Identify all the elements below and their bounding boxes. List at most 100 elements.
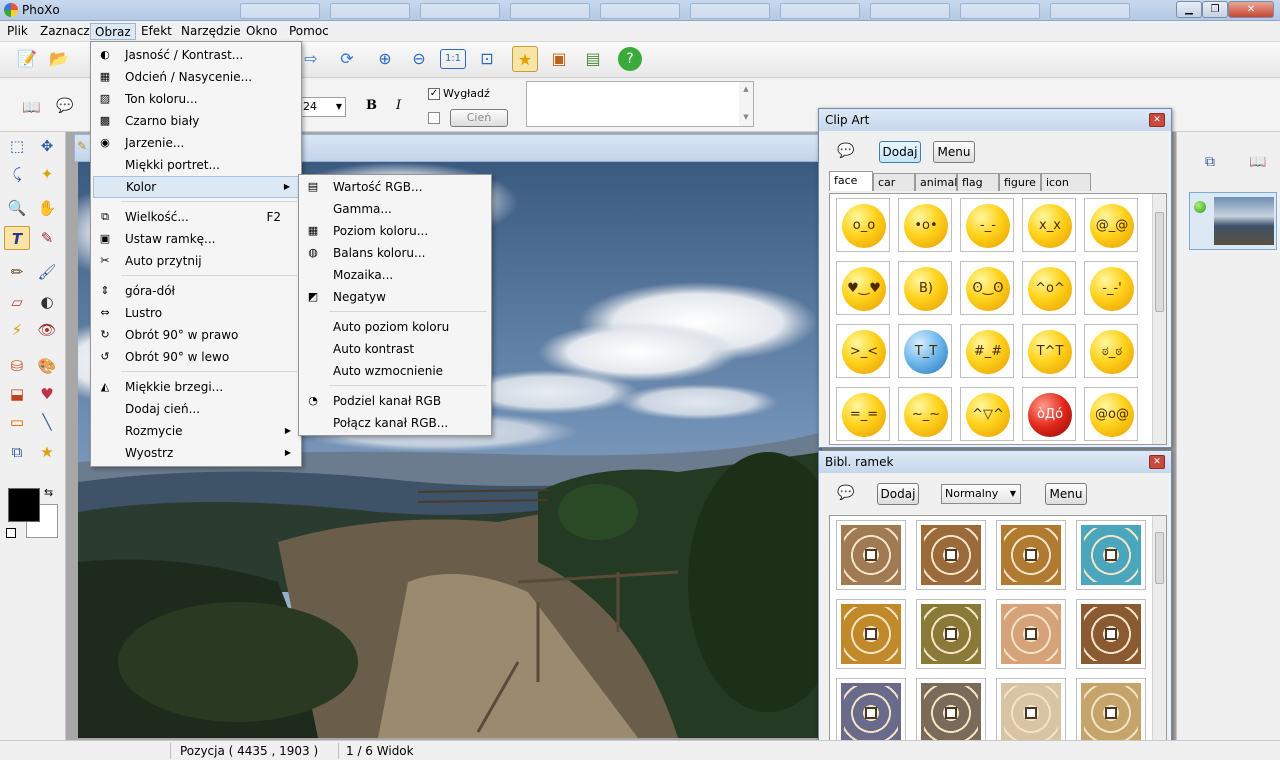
clipart-face[interactable]: ^o^: [1022, 261, 1076, 315]
layer-thumbnail[interactable]: [1189, 192, 1277, 250]
obraz-menu-item[interactable]: Miękki portret...: [93, 154, 299, 176]
frame-thumbnail[interactable]: [836, 520, 906, 590]
move-icon[interactable]: ✥: [34, 134, 60, 158]
clone-icon[interactable]: ⚡: [4, 318, 30, 342]
obraz-menu-item[interactable]: ✂ Auto przytnij: [93, 250, 299, 272]
layer-stack-icon[interactable]: ⧉: [1205, 154, 1215, 170]
clipart-face[interactable]: >_<: [836, 324, 890, 378]
obraz-menu-item[interactable]: ◉ Jarzenie...: [93, 132, 299, 154]
clipart-face[interactable]: @o@: [1084, 387, 1138, 441]
clipart-menu-button[interactable]: Menu: [933, 141, 975, 163]
bold-button[interactable]: B: [366, 98, 377, 113]
clipart-face[interactable]: -_-: [960, 198, 1014, 252]
taskbar-tab[interactable]: [690, 3, 770, 19]
clipart-face[interactable]: ^▽^: [960, 387, 1014, 441]
stamp-icon[interactable]: ⬓: [4, 382, 30, 406]
obraz-menu-item[interactable]: ◭ Miękkie brzegi...: [93, 376, 299, 398]
text-tool-icon[interactable]: T: [4, 226, 30, 250]
taskbar-tab[interactable]: [510, 3, 590, 19]
obraz-menu-item[interactable]: ◐ Jasność / Kontrast...: [93, 44, 299, 66]
open-folder-icon[interactable]: 📂: [46, 46, 72, 72]
taskbar-tab[interactable]: [600, 3, 680, 19]
kolor-menu-item[interactable]: ◍ Balans koloru...: [301, 242, 489, 264]
red-eye-icon[interactable]: 👁: [34, 318, 60, 342]
tab-figure[interactable]: figure: [999, 173, 1041, 191]
rect-select-icon[interactable]: ⬚: [4, 134, 30, 158]
fill-bucket-icon[interactable]: ⛁: [4, 354, 30, 378]
frame-thumbnail[interactable]: [916, 678, 986, 748]
refresh-icon[interactable]: ⟳: [334, 46, 360, 72]
frame-thumbnail[interactable]: [1076, 520, 1146, 590]
menu-zaznacz[interactable]: Zaznacz: [36, 23, 94, 40]
help-icon[interactable]: ?: [618, 47, 642, 71]
frame-thumbnail[interactable]: [996, 599, 1066, 669]
tab-flag[interactable]: flag: [957, 173, 999, 191]
clipart-face[interactable]: ʘ‿ʘ: [960, 261, 1014, 315]
kolor-menu-item[interactable]: Gamma...: [301, 198, 489, 220]
obraz-menu-item[interactable]: ⧉ Wielkość... F2: [93, 206, 299, 228]
shape-star-icon[interactable]: ★: [34, 440, 60, 464]
font-size-select[interactable]: 24 ▼: [300, 97, 346, 117]
frame-thumbnail[interactable]: [996, 678, 1066, 748]
clipart-add-button[interactable]: Dodaj: [879, 141, 921, 163]
obraz-menu-item[interactable]: ▦ Odcień / Nasycenie...: [93, 66, 299, 88]
obraz-menu-item[interactable]: ▩ Czarno biały: [93, 110, 299, 132]
close-button[interactable]: ✕: [1228, 1, 1274, 18]
zoom-icon[interactable]: 🔍: [4, 196, 30, 220]
frame-thumbnail[interactable]: [1076, 599, 1146, 669]
obraz-menu-item[interactable]: Kolor ▶: [93, 176, 299, 198]
tab-face[interactable]: face: [829, 171, 873, 191]
zoom-in-icon[interactable]: ⊕: [372, 46, 398, 72]
obraz-menu-item[interactable]: ▣ Ustaw ramkę...: [93, 228, 299, 250]
book-icon[interactable]: 📖: [22, 98, 41, 116]
transform-icon[interactable]: ⧉: [4, 440, 30, 464]
frame-thumbnail[interactable]: [916, 599, 986, 669]
frames-add-button[interactable]: Dodaj: [877, 483, 919, 505]
reset-colors-icon[interactable]: [6, 528, 16, 538]
kolor-menu-item[interactable]: Auto kontrast: [301, 338, 489, 360]
favorite-star-icon[interactable]: ★: [512, 46, 538, 72]
clipart-face[interactable]: •o•: [898, 198, 952, 252]
cien-checkbox[interactable]: [428, 112, 440, 124]
frame-thumbnail[interactable]: [1076, 678, 1146, 748]
clipart-face[interactable]: @_@: [1084, 198, 1138, 252]
hand-icon[interactable]: ✋: [34, 196, 60, 220]
heal-icon[interactable]: ♥: [34, 382, 60, 406]
taskbar-tab[interactable]: [330, 3, 410, 19]
clipart-scrollbar[interactable]: [1152, 194, 1166, 444]
frames-menu-button[interactable]: Menu: [1045, 483, 1087, 505]
scroll-thumb[interactable]: [1155, 212, 1164, 312]
italic-button[interactable]: I: [396, 98, 401, 113]
clipart-face[interactable]: ♥‿♥: [836, 261, 890, 315]
tab-animal[interactable]: animal: [915, 173, 957, 191]
menu-narzedzie[interactable]: Narzędzie: [177, 23, 245, 40]
obraz-menu-item[interactable]: Dodaj cień...: [93, 398, 299, 420]
clipart-face[interactable]: o_o: [836, 198, 890, 252]
frames-close-button[interactable]: ✕: [1149, 455, 1165, 469]
lasso-select-icon[interactable]: ⤹: [4, 162, 30, 186]
minimize-button[interactable]: ▁: [1176, 1, 1202, 18]
clipart-face[interactable]: òДó: [1022, 387, 1076, 441]
menu-efekt[interactable]: Efekt: [137, 23, 176, 40]
kolor-menu-item[interactable]: ▤ Wartość RGB...: [301, 176, 489, 198]
brush-icon[interactable]: 🖌: [34, 260, 60, 284]
obraz-menu-item[interactable]: ↺ Obrót 90° w lewo: [93, 346, 299, 368]
swap-colors-icon[interactable]: ⇆: [44, 486, 53, 499]
obraz-menu-item[interactable]: Wyostrz ▶: [93, 442, 299, 464]
gradient-icon[interactable]: ▭: [4, 410, 30, 434]
menu-plik[interactable]: Plik: [3, 23, 32, 40]
kolor-menu-item[interactable]: Auto poziom koloru: [301, 316, 489, 338]
clipart-face[interactable]: #_#: [960, 324, 1014, 378]
kolor-menu-item[interactable]: ▦ Poziom koloru...: [301, 220, 489, 242]
menu-okno[interactable]: Okno: [242, 23, 281, 40]
clipart-face[interactable]: B): [898, 261, 952, 315]
layer-visible-icon[interactable]: [1194, 201, 1206, 213]
speech-bubble-icon[interactable]: 💬: [56, 98, 73, 114]
kolor-menu-item[interactable]: Mozaika...: [301, 264, 489, 286]
frame-thumbnail[interactable]: [916, 520, 986, 590]
pencil-icon[interactable]: ✏: [4, 260, 30, 284]
kolor-menu-item[interactable]: Auto wzmocnienie: [301, 360, 489, 382]
clipart-face[interactable]: x_x: [1022, 198, 1076, 252]
frame-thumbnail[interactable]: [836, 599, 906, 669]
contrast-tool-icon[interactable]: ◐: [34, 290, 60, 314]
